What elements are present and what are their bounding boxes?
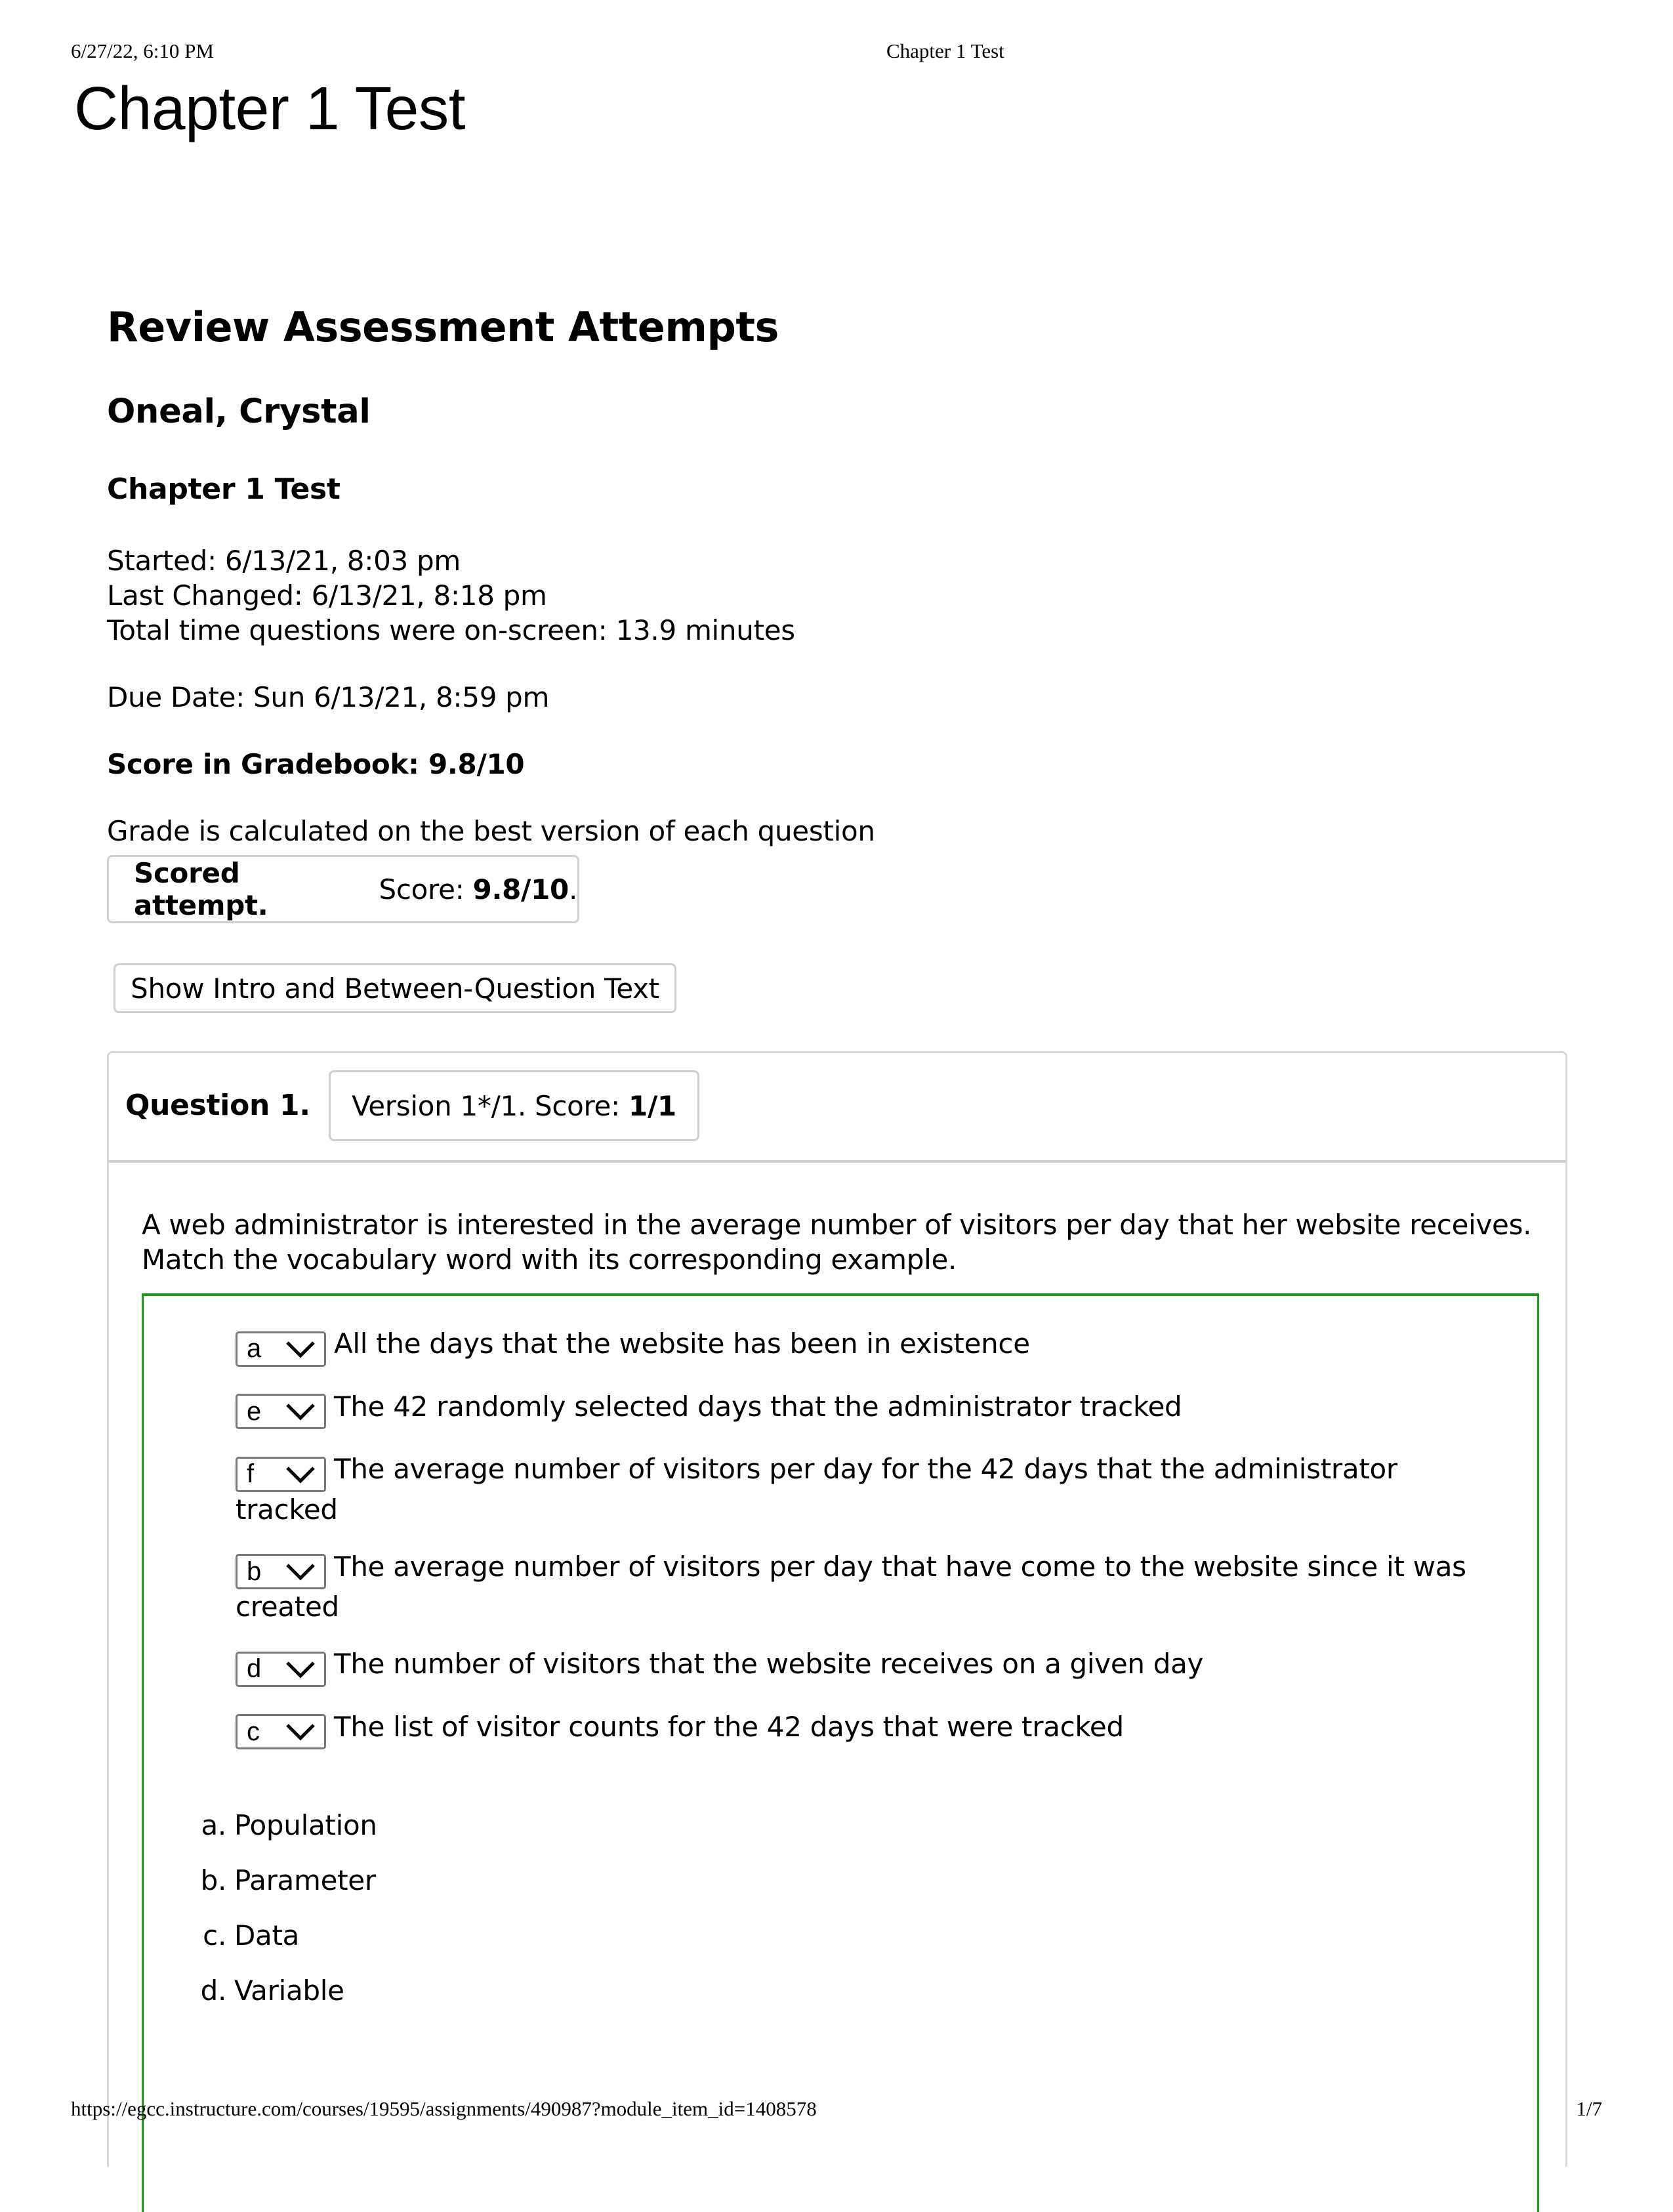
scored-attempt-badge: Scored attempt. Score: 9.8/10.: [107, 855, 579, 923]
assessment-name: Chapter 1 Test: [107, 472, 341, 506]
print-doc-title: Chapter 1 Test: [886, 39, 1004, 62]
match-item: b The average number of visitors per day…: [236, 1549, 1482, 1625]
score-prefix: Score:: [379, 873, 465, 906]
option-letter: a.: [201, 1809, 227, 1841]
option-label: Variable: [234, 1974, 344, 2007]
answer-option: c. Data: [190, 1918, 377, 1953]
student-name: Oneal, Crystal: [107, 392, 371, 431]
print-header: 6/27/22, 6:10 PM Chapter 1 Test: [71, 39, 1602, 66]
match-select-value: f: [247, 1459, 254, 1488]
match-select-value: c: [247, 1717, 260, 1746]
version-score-badge[interactable]: Version 1*/1. Score: 1/1: [329, 1070, 699, 1141]
answer-option: b. Parameter: [190, 1863, 377, 1898]
score-suffix: .: [568, 873, 577, 906]
attempt-times: Started: 6/13/21, 8:03 pm Last Changed: …: [107, 543, 795, 648]
match-text: The average number of visitors per day f…: [236, 1453, 1397, 1526]
match-text: The list of visitor counts for the 42 da…: [334, 1710, 1124, 1743]
option-label: Parameter: [234, 1864, 376, 1896]
option-label: Data: [234, 1919, 300, 1951]
option-letter: d.: [200, 1974, 227, 2007]
question-text: A web administrator is interested in the…: [142, 1207, 1552, 1277]
match-select-value: b: [247, 1556, 261, 1586]
question-header: Question 1. Version 1*/1. Score: 1/1: [109, 1053, 1565, 1163]
match-select[interactable]: e: [236, 1394, 326, 1429]
chevron-down-icon: [286, 1466, 315, 1484]
started-time: Started: 6/13/21, 8:03 pm: [107, 545, 461, 577]
show-intro-button[interactable]: Show Intro and Between-Question Text: [114, 963, 676, 1013]
last-changed-time: Last Changed: 6/13/21, 8:18 pm: [107, 579, 547, 612]
match-item: a All the days that the website has been…: [236, 1326, 1482, 1367]
match-select[interactable]: c: [236, 1714, 326, 1749]
option-letter: b.: [200, 1864, 227, 1896]
question-text-line-2: Match the vocabulary word with its corre…: [142, 1243, 957, 1276]
page-title: Chapter 1 Test: [74, 74, 466, 142]
match-text: All the days that the website has been i…: [334, 1327, 1030, 1360]
match-item: f The average number of visitors per day…: [236, 1451, 1482, 1527]
page-number: 1/7: [1576, 2097, 1602, 2120]
due-date: Due Date: Sun 6/13/21, 8:59 pm: [107, 681, 550, 713]
match-select[interactable]: b: [236, 1554, 326, 1589]
match-select[interactable]: a: [236, 1331, 326, 1367]
gradebook-score: Score in Gradebook: 9.8/10: [107, 748, 525, 780]
match-text: The average number of visitors per day t…: [236, 1550, 1466, 1623]
score-value: 9.8/10: [472, 873, 569, 906]
match-select[interactable]: f: [236, 1456, 326, 1492]
chevron-down-icon: [286, 1564, 315, 1581]
answer-box-correct: a All the days that the website has been…: [142, 1293, 1539, 2212]
chevron-down-icon: [286, 1661, 315, 1679]
print-date: 6/27/22, 6:10 PM: [71, 39, 214, 62]
scored-attempt-label: Scored attempt.: [134, 857, 268, 921]
option-label: Population: [234, 1809, 377, 1841]
match-select-value: d: [247, 1654, 261, 1683]
question-label: Question 1.: [125, 1089, 310, 1122]
option-letter: c.: [203, 1919, 226, 1951]
chevron-down-icon: [286, 1724, 315, 1741]
match-select-value: e: [247, 1396, 261, 1426]
question-text-line-1: A web administrator is interested in the…: [142, 1209, 1532, 1241]
answer-option: d. Variable: [190, 1973, 377, 2008]
answer-option: a. Population: [190, 1808, 377, 1843]
grade-note: Grade is calculated on the best version …: [107, 815, 875, 847]
version-prefix: Version 1*/1. Score:: [352, 1089, 620, 1122]
match-select[interactable]: d: [236, 1651, 326, 1687]
answer-options-list: a. Population b. Parameter c. Data d. Variab…: [190, 1808, 377, 2028]
review-heading: Review Assessment Attempts: [107, 303, 779, 351]
match-item: c The list of visitor counts for the 42 …: [236, 1709, 1482, 1749]
match-item: e The 42 randomly selected days that the…: [236, 1389, 1482, 1429]
match-text: The number of visitors that the website …: [334, 1648, 1204, 1680]
match-item: d The number of visitors that the websit…: [236, 1646, 1482, 1687]
match-text: The 42 randomly selected days that the a…: [334, 1390, 1182, 1423]
chevron-down-icon: [286, 1341, 315, 1358]
match-list: a All the days that the website has been…: [236, 1326, 1482, 1772]
total-time: Total time questions were on-screen: 13.…: [107, 614, 795, 646]
print-url: https://egcc.instructure.com/courses/195…: [71, 2097, 817, 2120]
version-score: 1/1: [629, 1089, 676, 1122]
question-card: Question 1. Version 1*/1. Score: 1/1 A w…: [107, 1051, 1567, 2212]
chevron-down-icon: [286, 1404, 315, 1421]
match-select-value: a: [247, 1334, 261, 1363]
